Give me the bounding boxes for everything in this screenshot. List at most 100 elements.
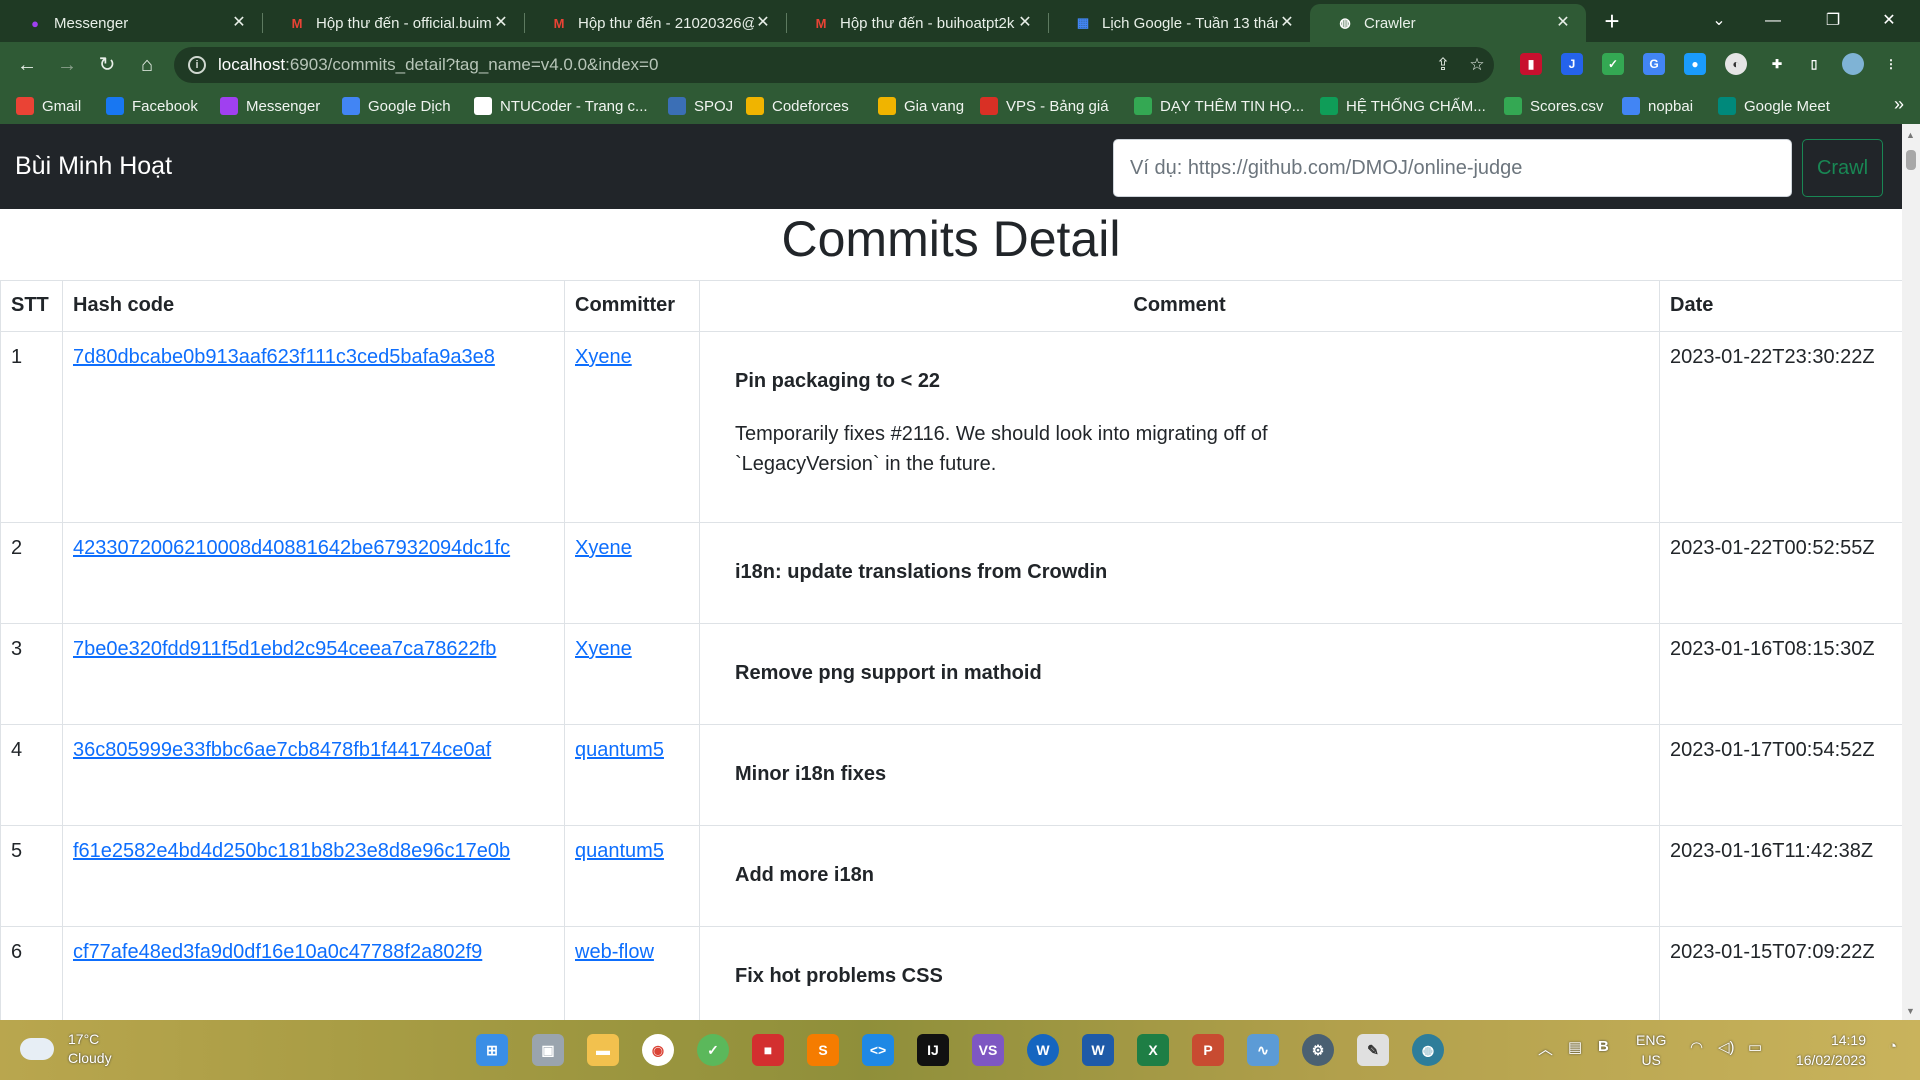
excel-icon[interactable]: X xyxy=(1137,1034,1169,1066)
reload-button[interactable]: ↻ xyxy=(92,50,122,80)
extensions-puzzle-icon[interactable]: ✚ xyxy=(1766,53,1788,75)
share-icon[interactable]: ⇪ xyxy=(1432,54,1454,76)
committer-link[interactable]: quantum5 xyxy=(575,840,664,862)
page-scrollbar[interactable]: ▲ ▼ xyxy=(1902,124,1920,1020)
globe-app-icon[interactable]: ◍ xyxy=(1412,1034,1444,1066)
bookmark-item[interactable]: Scores.csv xyxy=(1504,96,1603,116)
scrollbar-thumb[interactable] xyxy=(1906,150,1916,170)
browser-menu-icon[interactable]: ⋮ xyxy=(1880,53,1902,75)
settings-gear-icon[interactable]: ⚙ xyxy=(1302,1034,1334,1066)
bookmark-item[interactable]: Google Meet xyxy=(1718,96,1830,116)
side-panel-icon[interactable]: ▯ xyxy=(1803,53,1825,75)
wps-icon[interactable]: W xyxy=(1027,1034,1059,1066)
back-button[interactable]: ← xyxy=(12,50,42,80)
word-icon[interactable]: W xyxy=(1082,1034,1114,1066)
bookmark-item[interactable]: Gmail xyxy=(16,96,81,116)
commit-hash-link[interactable]: 4233072006210008d40881642be67932094dc1fc xyxy=(73,537,510,559)
committer-link[interactable]: Xyene xyxy=(575,537,632,559)
tab-6[interactable]: ◍ Crawler ✕ xyxy=(1310,4,1586,42)
extension-flag-icon[interactable]: ▮ xyxy=(1520,53,1542,75)
tab-close-icon[interactable]: ✕ xyxy=(230,14,248,32)
commit-hash-link[interactable]: f61e2582e4bd4d250bc181b8b23e8d8e96c17e0b xyxy=(73,840,510,862)
commit-hash-link[interactable]: 7d80dbcabe0b913aaf623f111c3ced5bafa9a3e8 xyxy=(73,346,495,368)
extension-circle-icon[interactable]: ◐ xyxy=(1725,53,1747,75)
powerpoint-icon[interactable]: P xyxy=(1192,1034,1224,1066)
weather-widget[interactable]: 17°C Cloudy xyxy=(20,1030,112,1068)
vscode-icon[interactable]: <> xyxy=(862,1034,894,1066)
language-indicator[interactable]: ENG US xyxy=(1636,1030,1666,1070)
forward-button[interactable]: → xyxy=(52,50,82,80)
tab-close-icon[interactable]: ✕ xyxy=(754,14,772,32)
bookmark-star-icon[interactable]: ☆ xyxy=(1466,54,1488,76)
wifi-icon[interactable]: ◠ xyxy=(1690,1038,1703,1056)
bookmark-item[interactable]: Gia vang xyxy=(878,96,964,116)
committer-link[interactable]: Xyene xyxy=(575,638,632,660)
notepad-icon[interactable]: ✎ xyxy=(1357,1034,1389,1066)
close-window-button[interactable]: ✕ xyxy=(1866,6,1912,36)
task-view-icon[interactable]: ▣ xyxy=(532,1034,564,1066)
bookmark-item[interactable]: SPOJ xyxy=(668,96,733,116)
bookmark-item[interactable]: VPS - Bảng giá xyxy=(980,96,1109,116)
bookmark-item[interactable]: NTUCoder - Trang c... xyxy=(474,96,648,116)
new-tab-button[interactable]: + xyxy=(1598,8,1626,36)
notification-icon[interactable]: ◔ xyxy=(1888,1038,1897,1055)
commit-hash-link[interactable]: cf77afe48ed3fa9d0df16e10a0c47788f2a802f9 xyxy=(73,941,482,963)
minimize-button[interactable]: — xyxy=(1750,6,1796,36)
committer-link[interactable]: Xyene xyxy=(575,346,632,368)
visual-studio-icon[interactable]: VS xyxy=(972,1034,1004,1066)
system-clock[interactable]: 14:19 16/02/2023 xyxy=(1780,1030,1866,1070)
tray-chevron-icon[interactable]: ︿ xyxy=(1538,1038,1553,1059)
site-info-icon[interactable]: i xyxy=(188,56,206,74)
commit-hash-link[interactable]: 36c805999e33fbbc6ae7cb8478fb1f44174ce0af xyxy=(73,739,491,761)
extension-drop-icon[interactable]: ● xyxy=(1684,53,1706,75)
bookmark-item[interactable]: HỆ THỐNG CHẤM... xyxy=(1320,96,1486,116)
scroll-down-icon[interactable]: ▼ xyxy=(1906,1006,1915,1016)
start-button-icon[interactable]: ⊞ xyxy=(476,1034,508,1066)
bookmark-item[interactable]: Codeforces xyxy=(746,96,849,116)
bookmarks-overflow-icon[interactable]: » xyxy=(1894,94,1904,115)
volume-icon[interactable]: ◁) xyxy=(1718,1038,1735,1056)
maximize-button[interactable]: ❐ xyxy=(1810,6,1856,36)
extension-translate-icon[interactable]: G xyxy=(1643,53,1665,75)
bookmark-item[interactable]: Google Dịch xyxy=(342,96,451,116)
tray-app-icon[interactable]: ▤ xyxy=(1568,1038,1582,1056)
performance-monitor-icon[interactable]: ∿ xyxy=(1247,1034,1279,1066)
file-explorer-icon[interactable]: ▬ xyxy=(587,1034,619,1066)
tab-close-icon[interactable]: ✕ xyxy=(492,14,510,32)
committer-link[interactable]: web-flow xyxy=(575,941,654,963)
tab-search-icon[interactable]: ⌄ xyxy=(1696,6,1742,36)
battery-icon[interactable]: ▭ xyxy=(1748,1038,1762,1056)
commit-hash-link[interactable]: 7be0e320fdd911f5d1ebd2c954ceea7ca78622fb xyxy=(73,638,496,660)
tab-close-icon[interactable]: ✕ xyxy=(1554,14,1572,32)
tab-4[interactable]: M Hộp thư đến - buihoatpt2k ✕ xyxy=(786,4,1048,42)
chrome-icon[interactable]: ◉ xyxy=(642,1034,674,1066)
tray-b-icon[interactable]: B xyxy=(1598,1038,1609,1055)
tab-3[interactable]: M Hộp thư đến - 21020326@v ✕ xyxy=(524,4,786,42)
bookmark-item[interactable]: Facebook xyxy=(106,96,198,116)
tab-close-icon[interactable]: ✕ xyxy=(1278,14,1296,32)
site-brand[interactable]: Bùi Minh Hoạt xyxy=(15,152,172,181)
tab-5[interactable]: ▦ Lịch Google - Tuần 13 thán ✕ xyxy=(1048,4,1310,42)
tab-close-icon[interactable]: ✕ xyxy=(1016,14,1034,32)
committer-link[interactable]: quantum5 xyxy=(575,739,664,761)
bookmark-item[interactable]: nopbai xyxy=(1622,96,1693,116)
address-bar[interactable]: i localhost:6903/commits_detail?tag_name… xyxy=(174,47,1494,83)
lang-primary: ENG xyxy=(1636,1032,1667,1048)
bookmark-item[interactable]: Messenger xyxy=(220,96,320,116)
tab-2[interactable]: M Hộp thư đến - official.buim ✕ xyxy=(262,4,524,42)
tab-1[interactable]: ● Messenger ✕ xyxy=(0,4,262,42)
url-text[interactable]: localhost:6903/commits_detail?tag_name=v… xyxy=(218,55,658,75)
bookmark-item[interactable]: DẠY THÊM TIN HỌ... xyxy=(1134,96,1304,116)
profile-avatar[interactable] xyxy=(1842,53,1864,75)
greenshot-icon[interactable]: ✓ xyxy=(697,1034,729,1066)
extension-j-icon[interactable]: J xyxy=(1561,53,1583,75)
commits-table-body: 1 7d80dbcabe0b913aaf623f111c3ced5bafa9a3e… xyxy=(0,331,1903,1020)
repo-url-input[interactable] xyxy=(1113,139,1792,197)
crawl-button[interactable]: Crawl xyxy=(1802,139,1883,197)
intellij-icon[interactable]: IJ xyxy=(917,1034,949,1066)
paint-icon[interactable]: ■ xyxy=(752,1034,784,1066)
scroll-up-icon[interactable]: ▲ xyxy=(1906,130,1915,140)
extension-shield-icon[interactable]: ✓ xyxy=(1602,53,1624,75)
home-button[interactable]: ⌂ xyxy=(132,50,162,80)
sublime-text-icon[interactable]: S xyxy=(807,1034,839,1066)
